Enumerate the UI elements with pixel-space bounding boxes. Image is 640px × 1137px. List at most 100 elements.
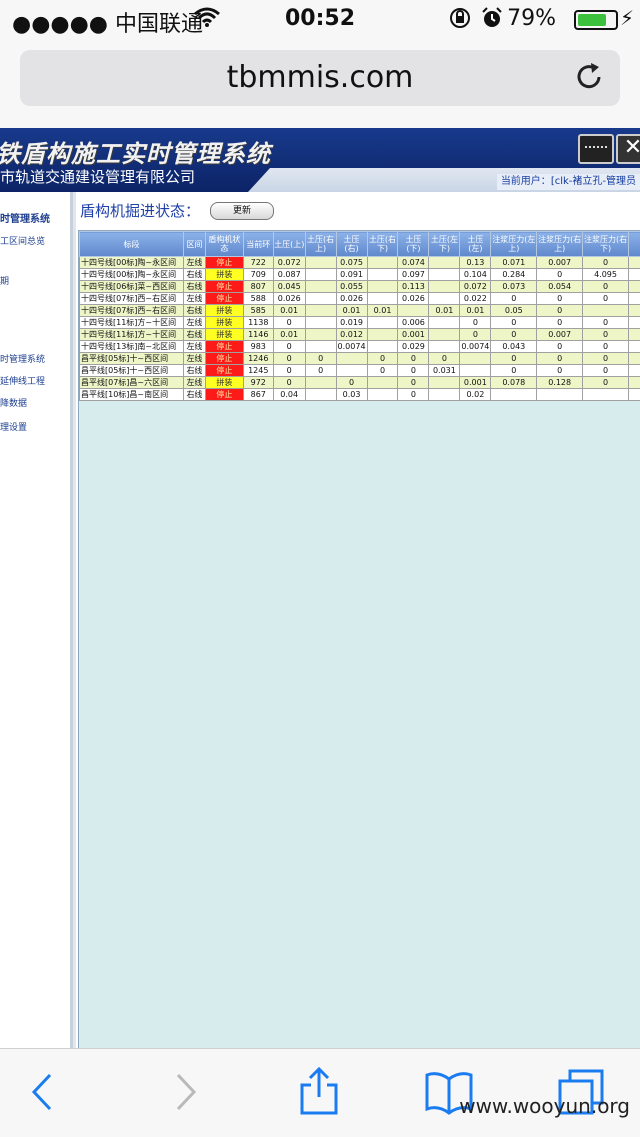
- table-cell: 0: [537, 341, 583, 353]
- table-container: 标段区间盾构机状态当前环土压(上)土压(右上)土压(右)土压(右下)土压(下)土…: [78, 230, 640, 1048]
- current-user-label: 当前用户：: [501, 176, 551, 187]
- section-name-cell: 十四号线[13标]南~北区间: [80, 341, 184, 353]
- table-cell: 972: [243, 377, 273, 389]
- table-cell: 0: [367, 365, 398, 377]
- forward-icon[interactable]: [158, 1067, 208, 1117]
- table-cell: 0.075: [336, 257, 367, 269]
- sidebar-item-settings[interactable]: 理设置: [0, 420, 27, 433]
- sidebar-item-period[interactable]: 期: [0, 274, 9, 287]
- table-cell: 左线: [183, 353, 205, 365]
- table-cell: [628, 317, 640, 329]
- table-cell: [429, 281, 460, 293]
- column-header: 土压(右下): [367, 232, 398, 257]
- sidebar-item-settlement[interactable]: 降数据: [0, 396, 27, 409]
- table-cell: 0: [273, 341, 305, 353]
- current-user: 当前用户：[clk-褚立孔-管理员: [497, 174, 640, 190]
- table-cell: 0: [398, 377, 429, 389]
- close-icon[interactable]: ✕: [616, 134, 640, 164]
- reload-icon[interactable]: [572, 60, 606, 94]
- table-cell: 0: [305, 353, 336, 365]
- section-name-cell: 十四号线[07标]西~右区间: [80, 293, 184, 305]
- table-cell: [429, 389, 460, 401]
- site-banner: 铁盾构施工实时管理系统 市轨道交通建设管理有限公司 当前用户：[clk-褚立孔-…: [0, 128, 640, 192]
- table-cell: 0.007: [537, 257, 583, 269]
- section-name-cell: 十四号线[00标]陶~永区间: [80, 269, 184, 281]
- table-row: 十四号线[13标]南~北区间左线停止98300.00740.0290.00740…: [80, 341, 640, 353]
- table-cell: [429, 317, 460, 329]
- table-cell: 0: [398, 389, 429, 401]
- current-user-link[interactable]: [clk-褚立孔-管理员: [551, 176, 636, 187]
- table-cell: 0.01: [460, 305, 491, 317]
- table-cell: 0.006: [398, 317, 429, 329]
- sidebar: 时管理系统 工区间总览 期 时管理系统 延伸线工程 降数据 理设置: [0, 192, 73, 1048]
- table-cell: 0: [305, 365, 336, 377]
- table-cell: [628, 305, 640, 317]
- table-cell: 0.022: [460, 293, 491, 305]
- status-cell: 停止: [205, 293, 243, 305]
- table-cell: [305, 305, 336, 317]
- table-cell: 0: [537, 365, 583, 377]
- table-cell: [628, 341, 640, 353]
- table-cell: [305, 281, 336, 293]
- sidebar-item-realtime[interactable]: 时管理系统: [0, 352, 45, 365]
- table-cell: [628, 269, 640, 281]
- table-cell: 0.091: [336, 269, 367, 281]
- refresh-button[interactable]: 更新: [210, 202, 274, 220]
- table-cell: 1138: [243, 317, 273, 329]
- table-cell: [305, 341, 336, 353]
- table-cell: 807: [243, 281, 273, 293]
- table-cell: 588: [243, 293, 273, 305]
- sidebar-item-overview[interactable]: 工区间总览: [0, 234, 45, 247]
- table-cell: 0: [537, 305, 583, 317]
- column-header: 当前环: [243, 232, 273, 257]
- table-cell: 722: [243, 257, 273, 269]
- share-icon[interactable]: [294, 1067, 344, 1117]
- table-cell: [429, 329, 460, 341]
- table-cell: 右线: [183, 305, 205, 317]
- table-cell: 0.054: [537, 281, 583, 293]
- tbm-status-table: 标段区间盾构机状态当前环土压(上)土压(右上)土压(右)土压(右下)土压(下)土…: [79, 231, 640, 401]
- table-cell: 0.01: [273, 305, 305, 317]
- table-cell: [628, 389, 640, 401]
- table-cell: [367, 341, 398, 353]
- table-row: 昌平线[05标]十~西区间右线停止124500000.031000: [80, 365, 640, 377]
- section-name-cell: 昌平线[05标]十~西区间: [80, 353, 184, 365]
- section-name-cell: 昌平线[10标]昌~南区间: [80, 389, 184, 401]
- column-header: 注浆压力(右上): [537, 232, 583, 257]
- column-header: 注浆压力(右下): [583, 232, 629, 257]
- table-cell: 0: [583, 257, 629, 269]
- table-cell: [305, 389, 336, 401]
- column-header: 土压(右): [336, 232, 367, 257]
- table-cell: 0.074: [398, 257, 429, 269]
- back-icon[interactable]: [20, 1067, 70, 1117]
- table-cell: 0.045: [273, 281, 305, 293]
- sidebar-item-system[interactable]: 时管理系统: [0, 210, 50, 225]
- table-cell: 右线: [183, 389, 205, 401]
- table-cell: 0: [460, 329, 491, 341]
- table-cell: 0: [273, 353, 305, 365]
- table-cell: 0: [537, 317, 583, 329]
- table-cell: [429, 293, 460, 305]
- page-title: 盾构机掘进状态：: [80, 200, 200, 221]
- table-cell: 0: [367, 353, 398, 365]
- url-text: tbmmis.com: [20, 60, 620, 95]
- address-bar[interactable]: tbmmis.com: [20, 50, 620, 106]
- table-cell: [583, 389, 629, 401]
- status-cell: 停止: [205, 389, 243, 401]
- table-cell: 0: [583, 377, 629, 389]
- table-cell: 左线: [183, 377, 205, 389]
- table-cell: [628, 353, 640, 365]
- sidebar-item-extension[interactable]: 延伸线工程: [0, 374, 45, 387]
- table-cell: [305, 293, 336, 305]
- table-cell: 0: [583, 365, 629, 377]
- table-cell: 0: [491, 317, 537, 329]
- status-cell: 拼装: [205, 329, 243, 341]
- status-cell: 拼装: [205, 377, 243, 389]
- table-cell: [336, 353, 367, 365]
- table-cell: 0.031: [429, 365, 460, 377]
- column-header: 盾构机状态: [205, 232, 243, 257]
- table-cell: [628, 365, 640, 377]
- browser-toolbar: [0, 1048, 640, 1137]
- keyboard-icon[interactable]: [578, 134, 614, 164]
- table-cell: 0: [537, 353, 583, 365]
